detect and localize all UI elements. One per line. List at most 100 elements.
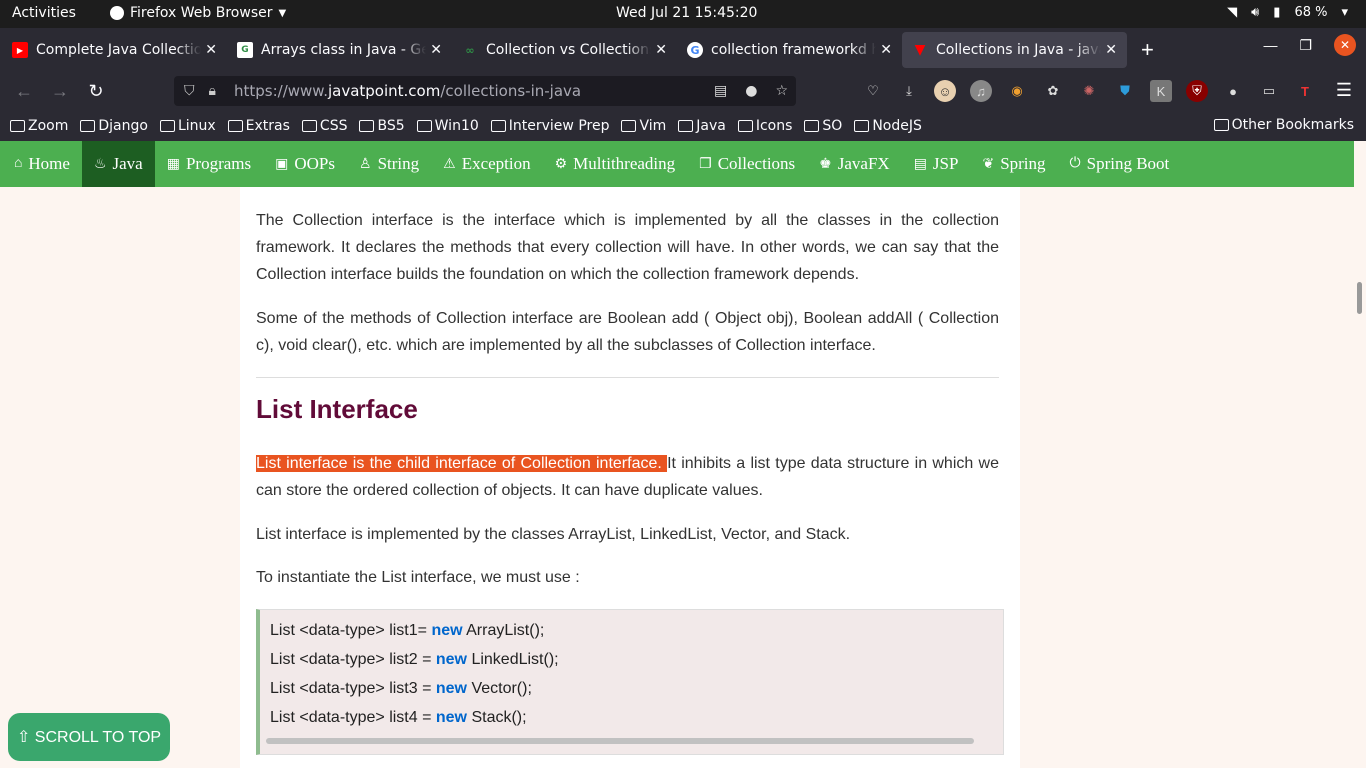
bookmark-folder[interactable]: Zoom: [10, 118, 68, 134]
tab[interactable]: G collection frameworkd hi ✕: [677, 32, 902, 68]
close-icon[interactable]: ✕: [1105, 42, 1117, 58]
folder-icon: [804, 119, 820, 132]
other-bookmarks[interactable]: Other Bookmarks: [1213, 117, 1354, 133]
close-icon[interactable]: ✕: [205, 42, 217, 58]
hamburger-menu-icon[interactable]: ☰: [1336, 80, 1352, 101]
bookmark-star-icon[interactable]: ☆: [775, 83, 788, 99]
tab-active[interactable]: ▼ Collections in Java - javat ✕: [902, 32, 1127, 68]
system-tray[interactable]: ◥ 🔊︎ ▮ 68 % ▾: [1227, 5, 1348, 20]
nav-home[interactable]: ⌂ Home: [0, 141, 82, 187]
tab-title: Complete Java Collection: [36, 42, 202, 58]
gnome-extension-icon[interactable]: ✿: [1042, 80, 1064, 102]
close-icon[interactable]: ✕: [880, 42, 892, 58]
shield-extension-icon[interactable]: ⛊: [1114, 80, 1136, 102]
t-extension-icon[interactable]: T: [1294, 80, 1316, 102]
new-tab-button[interactable]: +: [1141, 37, 1154, 63]
bookmark-folder[interactable]: Interview Prep: [490, 118, 609, 134]
system-top-bar: Activities Firefox Web Browser ▼ Wed Jul…: [0, 0, 1366, 28]
nav-spring-boot[interactable]: ⏻ Spring Boot: [1058, 141, 1182, 187]
nav-spring[interactable]: ❦ Spring: [970, 141, 1057, 187]
folder-icon: [227, 119, 243, 132]
bookmark-folder[interactable]: Vim: [621, 118, 666, 134]
scrollbar-thumb[interactable]: [1357, 282, 1362, 314]
activities-button[interactable]: Activities: [12, 5, 76, 21]
circle-icon[interactable]: ●: [745, 83, 757, 99]
bookmark-folder[interactable]: Linux: [159, 118, 216, 134]
url-bar[interactable]: ⛉ 🔒︎ https://www.javatpoint.com/collecti…: [174, 76, 796, 106]
k-extension-icon[interactable]: K: [1150, 80, 1172, 102]
clock[interactable]: Wed Jul 21 15:45:20: [616, 5, 757, 21]
back-icon[interactable]: ←: [6, 81, 42, 102]
tab[interactable]: G Arrays class in Java - Gee ✕: [227, 32, 452, 68]
shield-icon[interactable]: ⛉: [184, 83, 195, 99]
forward-icon[interactable]: →: [42, 81, 78, 102]
nav-programs[interactable]: ▦ Programs: [155, 141, 263, 187]
close-icon[interactable]: ✕: [430, 42, 442, 58]
folder-icon: [490, 119, 506, 132]
nav-string[interactable]: ♙ String: [347, 141, 431, 187]
jsp-icon: ▤: [913, 156, 927, 172]
bookmark-folder[interactable]: SO: [804, 118, 842, 134]
white-circle-icon[interactable]: ●: [1222, 80, 1244, 102]
maximize-icon[interactable]: ❐: [1299, 37, 1312, 54]
bookmark-folder[interactable]: Extras: [227, 118, 290, 134]
app-menu[interactable]: Firefox Web Browser ▼: [110, 5, 286, 21]
pocket-icon[interactable]: ♡: [862, 80, 884, 102]
profile-avatar-icon[interactable]: ☺: [934, 80, 956, 102]
horizontal-scrollbar[interactable]: [266, 738, 974, 744]
tab[interactable]: ∞ Collection vs Collections ✕: [452, 32, 677, 68]
home-icon: ⌂: [14, 156, 23, 171]
minimize-icon[interactable]: —: [1263, 37, 1277, 53]
download-icon[interactable]: ⤓: [898, 80, 920, 102]
nav-javafx[interactable]: ♚ JavaFX: [807, 141, 902, 187]
google-icon: G: [687, 42, 703, 58]
ublock-icon[interactable]: ⛨: [1186, 80, 1208, 102]
window-close-icon[interactable]: ✕: [1334, 34, 1356, 56]
folder-icon: [359, 119, 375, 132]
bookmark-folder[interactable]: CSS: [301, 118, 347, 134]
extension-icon[interactable]: ♫: [970, 80, 992, 102]
selected-text: List interface is the child interface of…: [256, 455, 668, 472]
bookmarks-bar: Zoom Django Linux Extras CSS BS5 Win10 I…: [0, 110, 1366, 141]
owl-extension-icon[interactable]: ◉: [1006, 80, 1028, 102]
page-scrollbar[interactable]: [1354, 187, 1366, 768]
lock-icon[interactable]: 🔒︎: [209, 83, 216, 99]
code-line: List <data-type> list2 = new LinkedList(…: [270, 651, 559, 668]
tab-title: Collections in Java - javat: [936, 42, 1102, 58]
folder-icon: [80, 119, 96, 132]
bookmark-folder[interactable]: Icons: [737, 118, 792, 134]
nav-multithreading[interactable]: ⚙ Multithreading: [543, 141, 688, 187]
battery-icon: ▮: [1273, 5, 1281, 20]
paragraph: The Collection interface is the interfac…: [256, 212, 999, 283]
code-block: List <data-type> list1= new ArrayList();…: [256, 609, 1004, 755]
nav-exception[interactable]: ⚠ Exception: [431, 141, 542, 187]
collections-icon: ❐: [699, 156, 712, 172]
geeksforgeeks-icon: ∞: [465, 43, 475, 57]
scroll-to-top-button[interactable]: ⇧ SCROLL TO TOP: [8, 713, 170, 761]
coffee-icon: ♨: [93, 156, 107, 172]
reader-view-icon[interactable]: ▤: [714, 83, 727, 99]
nav-oops[interactable]: ▣ OOPs: [263, 141, 347, 187]
tab[interactable]: ▶ Complete Java Collection ✕: [2, 32, 227, 68]
divider: [256, 377, 999, 378]
bookmark-folder[interactable]: BS5: [359, 118, 405, 134]
tab-title: Collection vs Collections: [486, 42, 652, 58]
tab-bar: ▶ Complete Java Collection ✕ G Arrays cl…: [0, 28, 1366, 72]
folder-icon: [678, 119, 694, 132]
bookmark-folder[interactable]: Java: [678, 118, 726, 134]
extensions-toolbar: ♡ ⤓ ☺ ♫ ◉ ✿ ✺ ⛊ K ⛨ ● ▭ T: [862, 80, 1316, 102]
screen-extension-icon[interactable]: ▭: [1258, 80, 1280, 102]
reload-icon[interactable]: ↻: [78, 81, 114, 102]
folder-icon: [416, 119, 432, 132]
nav-collections[interactable]: ❐ Collections: [687, 141, 807, 187]
bookmark-folder[interactable]: NodeJS: [854, 118, 922, 134]
nav-java[interactable]: ♨ Java: [81, 141, 155, 187]
nav-jsp[interactable]: ▤ JSP: [902, 141, 971, 187]
window-controls: — ❐ ✕: [1263, 34, 1356, 56]
bookmark-folder[interactable]: Win10: [416, 118, 479, 134]
code-line: List <data-type> list1= new ArrayList();: [270, 622, 545, 639]
url-text[interactable]: https://www.javatpoint.com/collections-i…: [234, 82, 581, 100]
close-icon[interactable]: ✕: [655, 42, 667, 58]
bookmark-folder[interactable]: Django: [80, 118, 148, 134]
fox-extension-icon[interactable]: ✺: [1078, 80, 1100, 102]
